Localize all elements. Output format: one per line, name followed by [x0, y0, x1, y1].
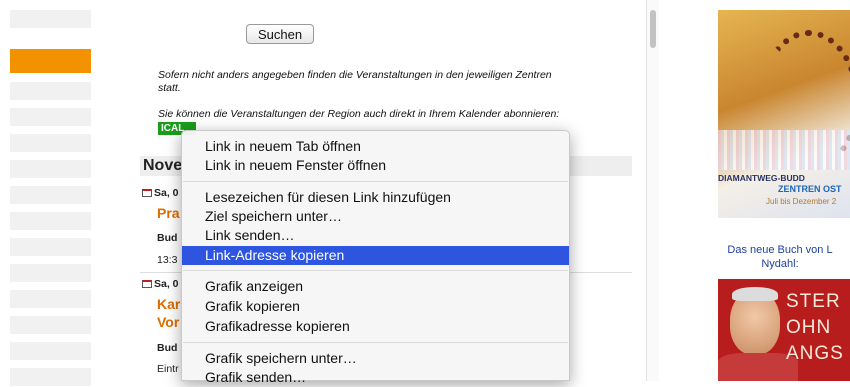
- banner-title: DIAMANTWEG-BUDD: [718, 173, 805, 183]
- menu-separator: [183, 181, 568, 182]
- right-column: DIAMANTWEG-BUDD ZENTREN OST Juli bis Dez…: [718, 0, 850, 381]
- menu-item-open-link-new-tab[interactable]: Link in neuem Tab öffnen: [182, 137, 569, 156]
- month-heading: Nove: [143, 157, 183, 174]
- menu-item-copy-link-address[interactable]: Link-Adresse kopieren: [182, 246, 569, 265]
- event-title[interactable]: Vor: [157, 314, 179, 330]
- sidebar-item[interactable]: [10, 264, 91, 282]
- sidebar-item[interactable]: [10, 212, 91, 230]
- event-category: Bud: [157, 232, 178, 244]
- sidebar-item[interactable]: [10, 186, 91, 204]
- banner-date: Juli bis Dezember 2: [766, 197, 837, 206]
- banner-subtitle: ZENTREN OST: [778, 184, 842, 194]
- calendar-subscribe-note: Sie können die Veranstaltungen der Regio…: [158, 108, 560, 120]
- menu-item-copy-image-address[interactable]: Grafikadresse kopieren: [182, 317, 569, 336]
- event-category: Bud: [157, 342, 178, 354]
- sidebar-item[interactable]: [10, 134, 91, 152]
- sidebar-item[interactable]: [10, 238, 91, 256]
- menu-item-save-image[interactable]: Grafik speichern unter…: [182, 349, 569, 368]
- sidebar-item-active[interactable]: [10, 49, 91, 73]
- book-cover-banner[interactable]: STER OHN ANGS: [718, 279, 850, 381]
- search-button[interactable]: Suchen: [246, 24, 314, 44]
- diamondway-banner[interactable]: DIAMANTWEG-BUDD ZENTREN OST Juli bis Dez…: [718, 10, 850, 218]
- menu-separator: [183, 270, 568, 271]
- menu-item-send-link[interactable]: Link senden…: [182, 226, 569, 245]
- book-promo-line1: Das neue Buch von L: [727, 244, 833, 256]
- decorative-sprinkles: [718, 130, 850, 170]
- scrollbar-thumb[interactable]: [650, 10, 656, 48]
- sidebar-item[interactable]: [10, 82, 91, 100]
- book-promo-text[interactable]: Das neue Buch von L Nydahl:: [710, 243, 850, 271]
- menu-item-view-image[interactable]: Grafik anzeigen: [182, 277, 569, 296]
- left-sidebar: [0, 0, 91, 386]
- event-date: Sa, 0: [142, 278, 179, 290]
- sidebar-item[interactable]: [10, 316, 91, 334]
- menu-item-save-target[interactable]: Ziel speichern unter…: [182, 207, 569, 226]
- sidebar-item[interactable]: [10, 368, 91, 386]
- sidebar-item[interactable]: [10, 342, 91, 360]
- sidebar-item[interactable]: [10, 10, 91, 28]
- event-title[interactable]: Kar: [157, 296, 180, 312]
- scrollbar[interactable]: [646, 0, 659, 381]
- event-info: Eintr: [157, 363, 179, 375]
- menu-item-send-image[interactable]: Grafik senden…: [182, 368, 569, 387]
- calendar-icon: [142, 280, 152, 288]
- sidebar-item[interactable]: [10, 108, 91, 126]
- sidebar-item[interactable]: [10, 290, 91, 308]
- event-title[interactable]: Pra: [157, 205, 180, 221]
- event-date: Sa, 0: [142, 187, 179, 199]
- location-note-line2: statt.: [158, 82, 181, 94]
- context-menu: Link in neuem Tab öffnen Link in neuem F…: [181, 130, 570, 385]
- book-title-line: OHN: [786, 317, 832, 338]
- menu-item-copy-image[interactable]: Grafik kopieren: [182, 297, 569, 316]
- location-note-line1: Sofern nicht anders angegeben finden die…: [158, 69, 552, 81]
- sidebar-item[interactable]: [10, 160, 91, 178]
- author-hair: [732, 287, 778, 301]
- book-title-line: STER: [786, 291, 841, 312]
- event-date-text: Sa, 0: [154, 278, 179, 290]
- book-promo-line2: Nydahl:: [761, 258, 799, 270]
- menu-item-bookmark-link[interactable]: Lesezeichen für diesen Link hinzufügen: [182, 188, 569, 207]
- event-time: 13:3: [157, 254, 178, 266]
- event-date-text: Sa, 0: [154, 187, 179, 199]
- menu-separator: [183, 342, 568, 343]
- menu-item-open-link-new-window[interactable]: Link in neuem Fenster öffnen: [182, 156, 569, 175]
- book-title-line: ANGS: [786, 343, 844, 364]
- calendar-icon: [142, 189, 152, 197]
